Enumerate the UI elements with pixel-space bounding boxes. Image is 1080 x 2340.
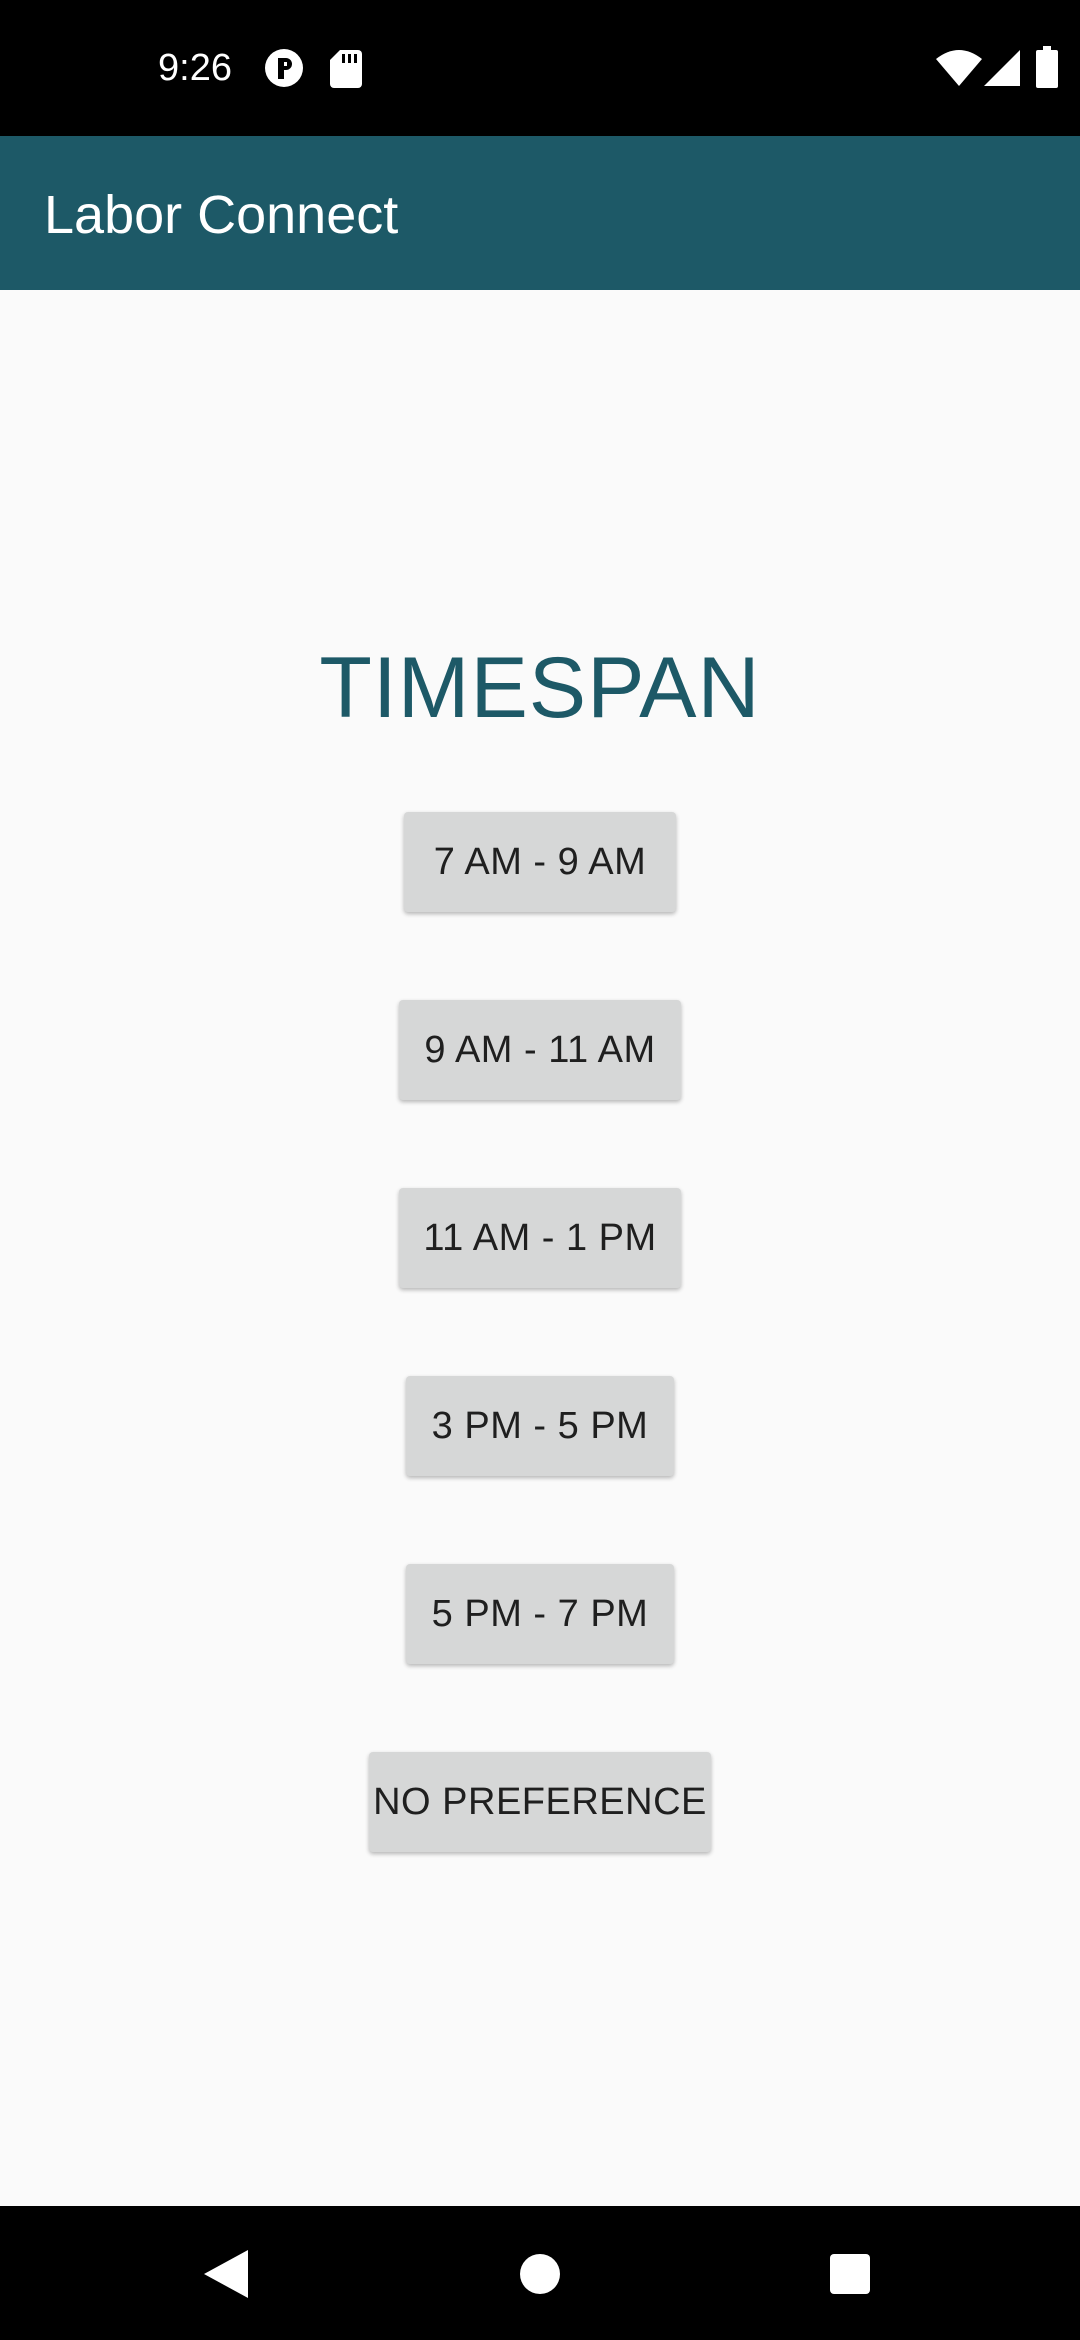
sd-card-icon — [330, 50, 362, 88]
app-bar: Labor Connect — [0, 136, 1080, 290]
timespan-option-button[interactable]: 7 AM - 9 AM — [404, 812, 676, 912]
timespan-option-button[interactable]: 3 PM - 5 PM — [406, 1376, 674, 1476]
navigation-bar — [0, 2206, 1080, 2340]
status-bar: 9:26 — [0, 0, 1080, 136]
timespan-option-button[interactable]: 9 AM - 11 AM — [399, 1000, 681, 1100]
home-icon[interactable] — [520, 2254, 560, 2294]
timespan-screen: TIMESPAN 7 AM - 9 AM 9 AM - 11 AM 11 AM … — [0, 290, 1080, 2206]
back-icon[interactable] — [204, 2250, 248, 2298]
timespan-option-button[interactable]: 5 PM - 7 PM — [406, 1564, 674, 1664]
signal-icon — [984, 50, 1020, 86]
battery-icon — [1036, 46, 1058, 88]
status-time: 9:26 — [158, 47, 232, 89]
recents-icon[interactable] — [830, 2254, 870, 2294]
notification-app-icon — [265, 49, 303, 87]
wifi-icon — [936, 50, 982, 86]
no-preference-button[interactable]: NO PREFERENCE — [369, 1752, 711, 1852]
page-title: TIMESPAN — [319, 640, 761, 736]
app-title: Labor Connect — [44, 185, 399, 245]
timespan-option-button[interactable]: 11 AM - 1 PM — [399, 1188, 681, 1288]
